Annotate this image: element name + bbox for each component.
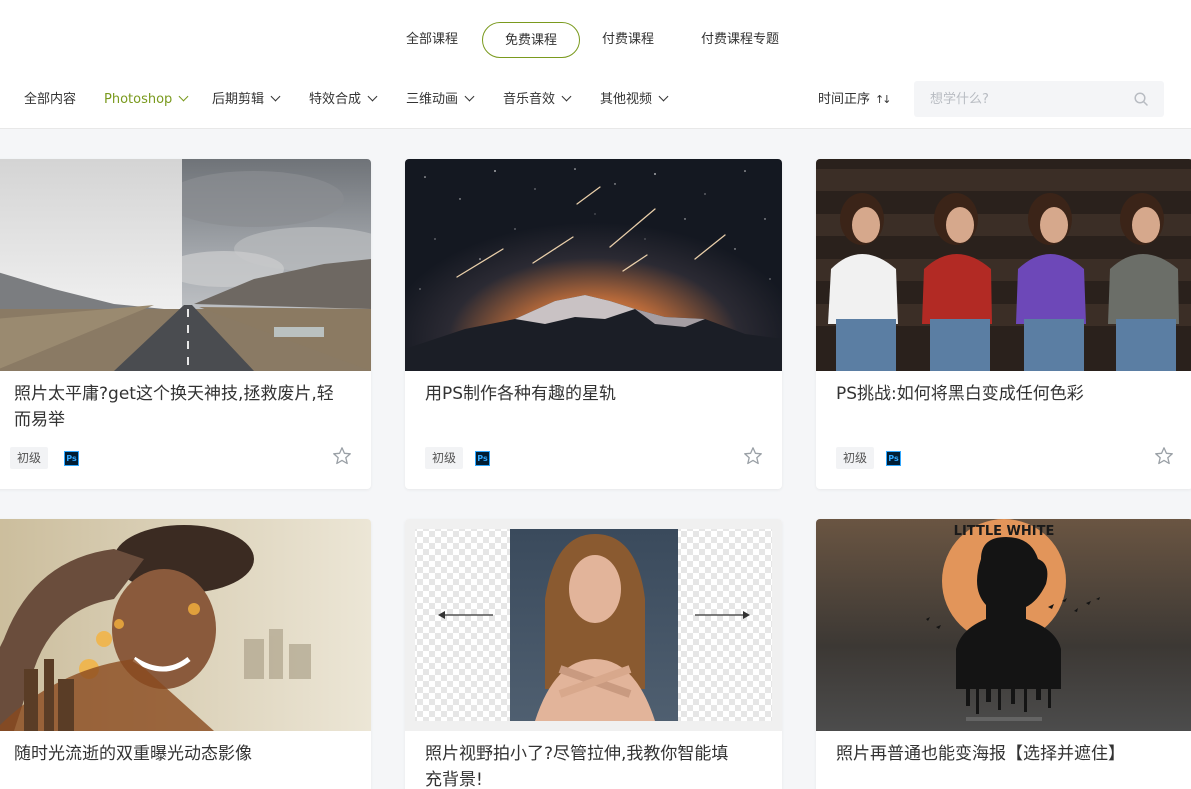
- level-badge: 初级: [836, 447, 875, 469]
- course-title[interactable]: 照片视野拍小了?尽管拉伸,我教你智能填充背景!: [425, 741, 745, 789]
- category-label: 三维动画: [406, 92, 459, 107]
- course-thumbnail-star-trails: [405, 159, 782, 371]
- chevron-down-icon: [464, 91, 475, 102]
- tab-all-courses[interactable]: 全部课程: [396, 22, 468, 58]
- level-badge: 初级: [425, 447, 464, 469]
- star-outline-icon[interactable]: [743, 446, 763, 466]
- sort-label: 时间正序: [818, 92, 871, 107]
- sort-toggle[interactable]: 时间正序 ↑↓: [818, 84, 892, 116]
- search-icon[interactable]: [1134, 92, 1148, 106]
- category-label: 其他视频: [600, 92, 653, 107]
- course-title[interactable]: 照片太平庸?get这个换天神技,拯救废片,轻而易举: [14, 381, 334, 433]
- course-thumbnail-content-aware-fill: [405, 519, 782, 731]
- category-label: 特效合成: [309, 92, 362, 107]
- category-label: 全部内容: [24, 92, 77, 107]
- category-3d-animation[interactable]: 三维动画: [406, 84, 475, 116]
- course-title[interactable]: 照片再普通也能变海报【选择并遮住】: [836, 741, 1156, 767]
- star-outline-icon[interactable]: [332, 446, 352, 466]
- course-card[interactable]: LITTLE WHITE 照片再普通也能变海报【选择并遮住】: [816, 519, 1191, 789]
- category-all[interactable]: 全部内容: [24, 84, 76, 116]
- course-card[interactable]: 用PS制作各种有趣的星轨 初级 Ps: [405, 159, 782, 489]
- course-title[interactable]: PS挑战:如何将黑白变成任何色彩: [836, 381, 1156, 407]
- chevron-down-icon: [367, 91, 378, 102]
- category-photoshop[interactable]: Photoshop: [104, 84, 189, 116]
- chevron-down-icon: [561, 91, 572, 102]
- course-thumbnail-double-exposure: [0, 519, 371, 731]
- photoshop-icon: Ps: [64, 451, 79, 466]
- course-thumbnail-color-shirts: [816, 159, 1191, 371]
- poster-title-text: LITTLE WHITE: [954, 524, 1055, 539]
- photoshop-icon: Ps: [886, 451, 901, 466]
- tab-paid-courses[interactable]: 付费课程: [592, 22, 664, 58]
- course-thumbnail-poster: LITTLE WHITE: [816, 519, 1191, 731]
- course-thumbnail-road-sky: [0, 159, 371, 371]
- tab-paid-topics[interactable]: 付费课程专题: [690, 22, 790, 58]
- chevron-down-icon: [658, 91, 669, 102]
- star-outline-icon[interactable]: [1154, 446, 1174, 466]
- course-card[interactable]: PS挑战:如何将黑白变成任何色彩 初级 Ps: [816, 159, 1191, 489]
- course-card[interactable]: 随时光流逝的双重曝光动态影像: [0, 519, 371, 789]
- category-vfx[interactable]: 特效合成: [309, 84, 378, 116]
- course-title[interactable]: 随时光流逝的双重曝光动态影像: [14, 741, 334, 767]
- category-label: 音乐音效: [503, 92, 556, 107]
- top-header: 全部课程 免费课程 付费课程 付费课程专题 全部内容 Photoshop 后期剪…: [0, 0, 1191, 129]
- category-post-editing[interactable]: 后期剪辑: [212, 84, 281, 116]
- photoshop-icon: Ps: [475, 451, 490, 466]
- level-badge: 初级: [10, 447, 49, 469]
- search-input[interactable]: [914, 81, 1124, 117]
- category-label: 后期剪辑: [212, 92, 265, 107]
- course-title[interactable]: 用PS制作各种有趣的星轨: [425, 381, 745, 407]
- course-card[interactable]: 照片视野拍小了?尽管拉伸,我教你智能填充背景!: [405, 519, 782, 789]
- chevron-down-icon: [270, 91, 281, 102]
- category-other-video[interactable]: 其他视频: [600, 84, 669, 116]
- tab-free-courses[interactable]: 免费课程: [482, 22, 580, 58]
- course-card[interactable]: 照片太平庸?get这个换天神技,拯救废片,轻而易举 初级 Ps: [0, 159, 371, 489]
- category-label: Photoshop: [104, 92, 173, 107]
- course-type-tabs: 全部课程 免费课程 付费课程 付费课程专题: [0, 22, 1191, 58]
- category-audio[interactable]: 音乐音效: [503, 84, 572, 116]
- sort-arrows-icon: ↑↓: [875, 93, 892, 106]
- search-box: [914, 81, 1164, 117]
- chevron-down-icon: [178, 91, 189, 102]
